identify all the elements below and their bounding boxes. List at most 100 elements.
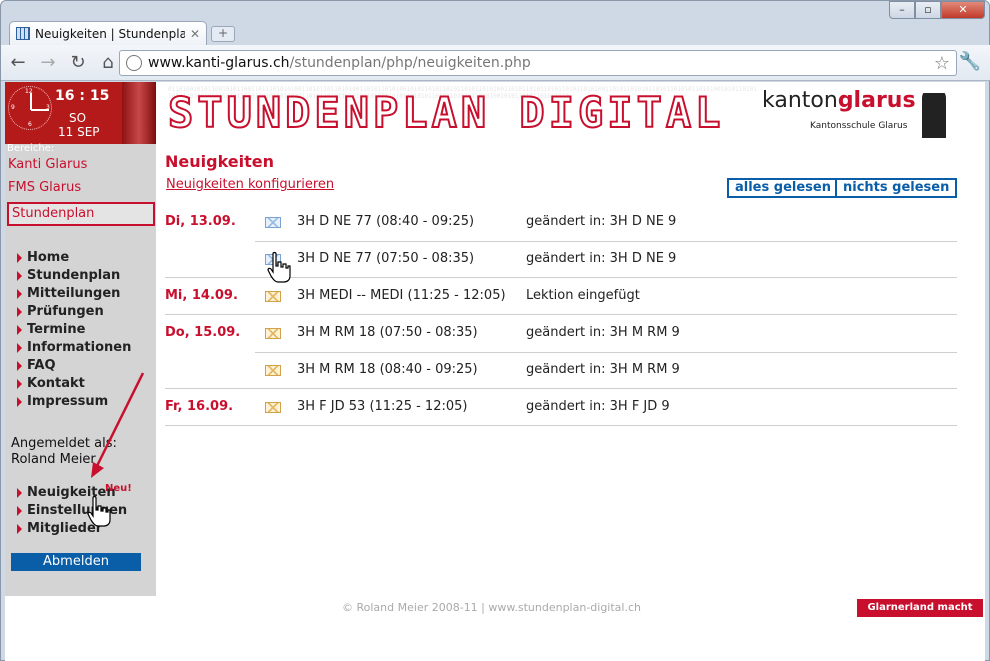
footer-copyright: © Roland Meier 2008-11 | www.stundenplan… [342,601,641,614]
menu-item-informationen[interactable]: Informationen [17,340,131,355]
triangle-bullet-icon [17,270,22,281]
timetable-favicon-icon [16,27,30,40]
menu-label: Prüfungen [27,304,104,319]
menu-item-termine[interactable]: Termine [17,322,85,337]
user-name: Roland Meier [11,452,96,467]
news-date: Do, 15.09. [165,325,241,340]
triangle-bullet-icon [17,523,22,534]
news-item[interactable]: Mi, 14.09. 3H MEDI -- MEDI (11:25 - 12:05… [165,278,957,315]
menu-item-faq[interactable]: FAQ [17,358,56,373]
envelope-read-icon[interactable] [265,217,281,228]
menu-item-stundenplan[interactable]: Stundenplan [17,268,120,283]
menu-label: Termine [27,322,86,337]
triangle-bullet-icon [17,487,22,498]
address-bar[interactable]: www.kanti-glarus.ch/stundenplan/php/neui… [119,50,957,76]
saint-fridolin-icon [922,88,946,138]
area-link-fms-glarus[interactable]: FMS Glarus [8,180,81,195]
envelope-unread-icon[interactable] [265,365,281,376]
globe-icon [126,55,142,71]
area-link-kanti-glarus[interactable]: Kanti Glarus [8,157,87,172]
news-item[interactable]: Fr, 16.09. 3H F JD 53 (11:25 - 12:05) geän… [165,389,957,426]
sidebar: 12 3 6 9 16 : 15 SO 11 SEP Bereiche: Kan… [5,82,156,596]
login-status: Angemeldet als: Roland Meier [11,436,117,468]
news-change: Lektion eingefügt [526,288,640,303]
menu-item-neuigkeiten[interactable]: Neuigkeiten [17,485,116,500]
maximize-button[interactable]: ▫ [915,1,941,19]
tab-title: Neuigkeiten | Stundenplan digital [35,26,185,41]
kanton-glarus-logo: kantonglarus [762,88,916,113]
envelope-unread-icon[interactable] [265,328,281,339]
logout-button[interactable]: Abmelden [11,553,141,571]
minimize-button[interactable]: – [889,1,915,19]
close-icon[interactable]: ✕ [190,27,200,41]
envelope-unread-icon[interactable] [265,291,281,302]
web-page: 12 3 6 9 16 : 15 SO 11 SEP Bereiche: Kan… [5,82,985,661]
news-lesson: 3H F JD 53 (11:25 - 12:05) [297,399,468,414]
menu-item-impressum[interactable]: Impressum [17,394,108,409]
menu-item-kontakt[interactable]: Kontakt [17,376,85,391]
menu-item-einstellungen[interactable]: Einstellungen [17,503,127,518]
triangle-bullet-icon [17,324,22,335]
forward-arrow-icon[interactable]: → [35,50,61,76]
logged-in-label: Angemeldet als: [11,436,117,451]
bookmark-star-icon[interactable]: ☆ [934,53,950,74]
wrench-icon[interactable]: 🔧 [959,51,981,72]
menu-label: Neuigkeiten [27,485,116,500]
news-lesson: 3H MEDI -- MEDI (11:25 - 12:05) [297,288,506,303]
menu-label: Impressum [27,394,109,409]
news-change: geändert in: 3H D NE 9 [526,214,677,229]
triangle-bullet-icon [17,288,22,299]
news-item[interactable]: 3H D NE 77 (07:50 - 08:35) geändert in: 3… [165,241,957,278]
triangle-bullet-icon [17,505,22,516]
mark-all-read-button[interactable]: alles gelesen [727,178,839,198]
clock-hand [30,93,32,110]
reload-icon[interactable]: ↻ [65,50,91,76]
new-badge: Neu! [105,483,132,494]
areas-label: Bereiche: [7,143,55,154]
clock-numeral: 9 [11,104,15,111]
browser-tab[interactable]: Neuigkeiten | Stundenplan digital ✕ [9,21,207,45]
news-item[interactable]: Di, 13.09. 3H D NE 77 (08:40 - 09:25) geän… [165,204,957,242]
menu-item-mitteilungen[interactable]: Mitteilungen [17,286,120,301]
envelope-read-icon[interactable] [265,254,281,265]
home-icon[interactable]: ⌂ [95,50,121,76]
envelope-unread-icon[interactable] [265,402,281,413]
news-item[interactable]: Do, 15.09. 3H M RM 18 (07:50 - 08:35) geän… [165,315,957,353]
area-link-stundenplan[interactable]: Stundenplan [7,202,155,226]
news-lesson: 3H M RM 18 (08:40 - 09:25) [297,362,478,377]
menu-item-mitglieder[interactable]: Mitglieder [17,521,102,536]
news-lesson: 3H D NE 77 (07:50 - 08:35) [297,251,475,266]
news-change: geändert in: 3H M RM 9 [526,325,680,340]
glarnerland-badge[interactable]: Glarnerland macht schön. [857,599,983,631]
menu-label: FAQ [27,358,56,373]
back-arrow-icon[interactable]: ← [5,50,31,76]
news-change: geändert in: 3H M RM 9 [526,362,680,377]
school-building-image [122,82,156,144]
main-content: Neuigkeiten Neuigkeiten konfigurieren al… [165,152,965,426]
menu-label: Kontakt [27,376,85,391]
news-change: geändert in: 3H D NE 9 [526,251,677,266]
menu-label: Einstellungen [27,503,128,518]
clock-hand [31,109,49,111]
configure-news-link[interactable]: Neuigkeiten konfigurieren [166,177,334,192]
menu-label: Home [27,250,70,265]
menu-label: Mitteilungen [27,286,121,301]
triangle-bullet-icon [17,360,22,371]
clock-numeral: 6 [28,121,32,128]
new-tab-button[interactable]: + [211,26,235,42]
url-path: /stundenplan/php/neuigkeiten.php [289,55,531,71]
news-change: geändert in: 3H F JD 9 [526,399,670,414]
menu-item-home[interactable]: Home [17,250,69,265]
menu-item-pruefungen[interactable]: Prüfungen [17,304,104,319]
news-date: Fr, 16.09. [165,399,234,414]
triangle-bullet-icon [17,342,22,353]
mark-none-read-button[interactable]: nichts gelesen [835,178,958,198]
banner-title: STUNDENPLAN DIGITAL [167,87,725,138]
header-banner: 0110100101011001010110011011101010100110… [156,82,985,143]
triangle-bullet-icon [17,252,22,263]
browser-window: Neuigkeiten | Stundenplan digital ✕ + – … [0,0,990,661]
news-item[interactable]: 3H M RM 18 (08:40 - 09:25) geändert in: 3… [165,352,957,389]
close-window-button[interactable]: ✕ [941,1,985,19]
school-name: Kantonsschule Glarus [810,121,908,131]
clock-date: 11 SEP [58,125,100,139]
